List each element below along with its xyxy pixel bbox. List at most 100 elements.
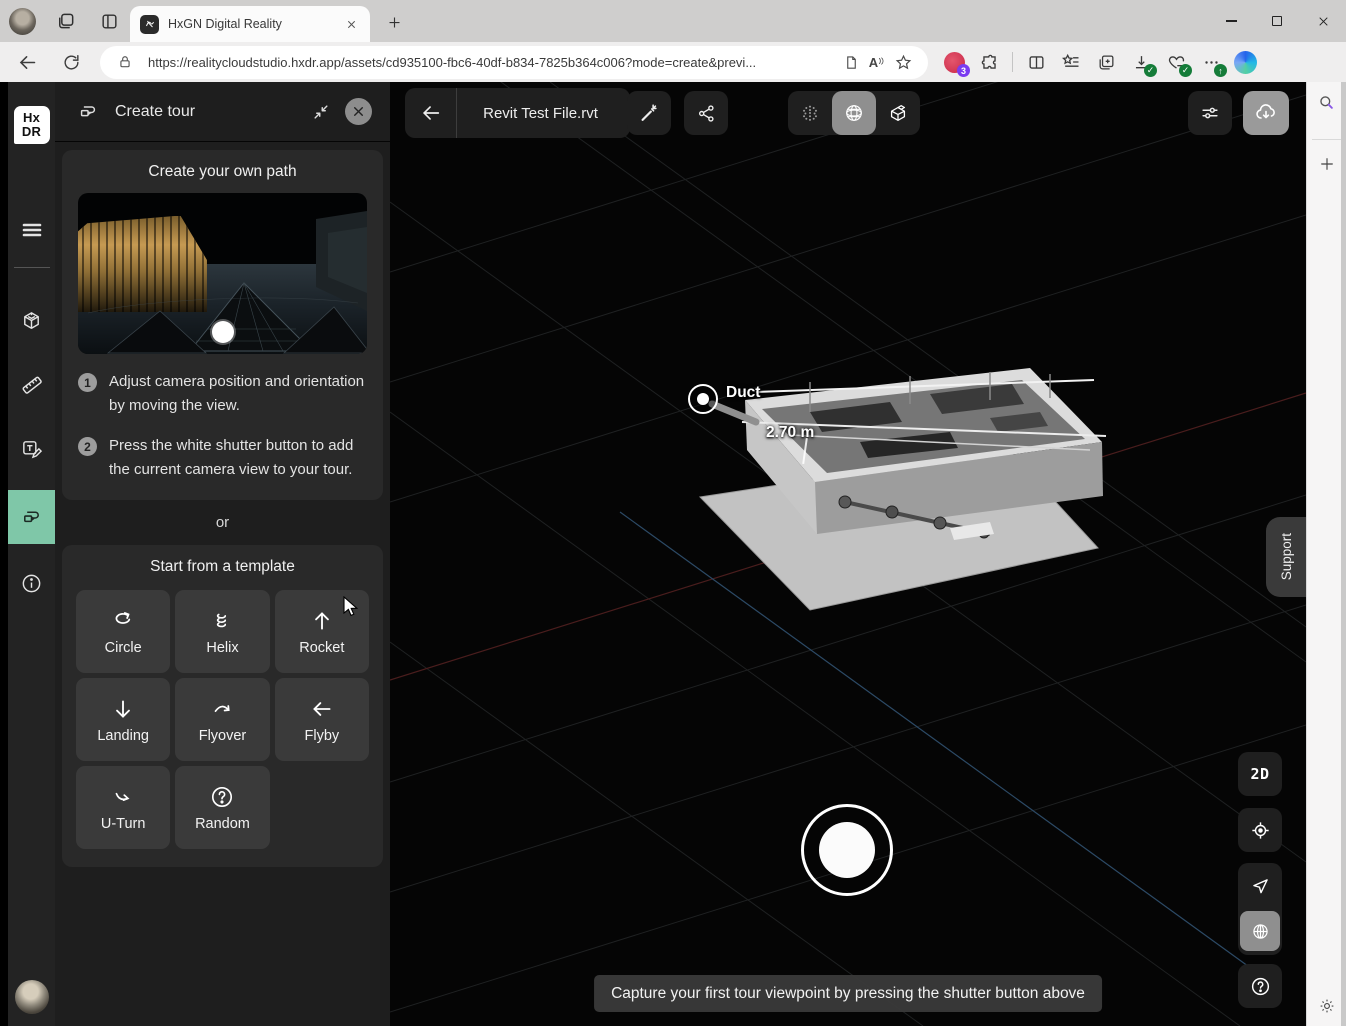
collapse-panel-icon[interactable] [306,97,336,127]
template-card: Start from a template Circle Helix Rocke… [62,545,383,867]
user-avatar[interactable] [15,980,49,1014]
copilot-icon[interactable] [1234,51,1257,74]
template-label: Rocket [299,640,344,656]
file-toolbar: Revit Test File.rvt [405,88,630,138]
window-maximize-icon[interactable] [1254,0,1300,42]
mesh-mode-button[interactable] [832,91,876,135]
url-text[interactable]: https://realitycloudstudio.hxdr.app/asse… [148,55,838,70]
browser-toolbar: https://realitycloudstudio.hxdr.app/asse… [0,42,1346,82]
extensions-puzzle-icon[interactable] [977,50,1001,74]
sidebar-item-tour[interactable] [8,490,55,544]
fly-navigation-button[interactable] [1238,863,1282,909]
url-bar[interactable]: https://realitycloudstudio.hxdr.app/asse… [100,46,928,79]
orbit-navigation-button[interactable] [1240,911,1280,951]
cloud-download-icon [1254,101,1278,125]
magic-wand-button[interactable] [627,91,671,135]
template-uturn-button[interactable]: U-Turn [76,766,170,849]
essentials-check-badge: ✓ [1179,64,1192,77]
sidebar-item-info[interactable] [8,560,55,606]
shutter-button[interactable] [801,804,893,896]
template-flyover-button[interactable]: Flyover [175,678,269,761]
help-button[interactable] [1238,964,1282,1008]
browser-window: HxGN Digital Reality https://r [0,0,1346,1026]
sidebar-item-layers[interactable] [8,298,55,344]
annotation-dot [697,393,709,405]
view-settings-button[interactable] [1188,91,1232,135]
instruction-steps: 1 Adjust camera position and orientation… [62,354,383,500]
window-controls [1208,0,1346,42]
support-tab[interactable]: Support [1266,517,1306,597]
page-actions-icon[interactable] [838,49,864,75]
logo-line1: Hx [23,111,40,125]
settings-menu-icon[interactable]: ↑ [1199,50,1223,74]
download-button[interactable] [1243,91,1289,135]
back-button[interactable] [405,88,457,138]
support-label: Support [1279,533,1294,580]
collections-icon[interactable] [1094,50,1118,74]
window-minimize-icon[interactable] [1208,0,1254,42]
split-screen-icon[interactable] [1024,50,1048,74]
mouse-cursor [343,596,361,618]
model-mode-button[interactable] [876,91,920,135]
tour-panel-header: Create tour [55,82,390,142]
share-button[interactable] [684,91,728,135]
magic-wand-icon [638,102,660,124]
file-name: Revit Test File.rvt [457,105,630,122]
window-edge [1341,82,1346,1026]
sliders-icon [1199,102,1221,124]
sidebar-divider [1312,139,1341,140]
share-icon [696,103,717,124]
template-label: Flyover [199,728,247,744]
sidebar-item-annotate[interactable] [8,426,55,472]
favorite-star-icon[interactable] [890,49,916,75]
helix-icon [209,608,235,634]
point-cloud-mode-button[interactable] [788,91,832,135]
template-random-button[interactable]: Random [175,766,269,849]
sidebar-item-measure[interactable] [8,362,55,408]
2d-label: 2D [1250,765,1269,783]
sidebar-add-icon[interactable] [1315,152,1339,176]
tab-actions-icon[interactable] [98,10,120,32]
browser-profile-avatar[interactable] [9,8,36,35]
workspaces-icon[interactable] [55,10,77,32]
app-sidebar-rail: Hx DR [8,82,55,1026]
downloads-icon[interactable]: ✓ [1129,50,1153,74]
download-check-badge: ✓ [1144,64,1157,77]
back-arrow-icon [420,102,442,124]
edge-sidebar [1306,82,1346,1026]
3d-viewport[interactable]: Revit Test File.rvt [390,82,1306,1026]
main-menu-button[interactable] [8,207,55,253]
read-aloud-icon[interactable]: A [864,49,890,75]
step-1-number: 1 [78,373,97,392]
lock-icon[interactable] [112,49,138,75]
tab-close-icon[interactable] [342,15,360,33]
template-flyby-button[interactable]: Flyby [275,678,369,761]
browser-tab[interactable]: HxGN Digital Reality [130,6,370,42]
duct-annotation-marker[interactable] [688,384,718,414]
browser-essentials-icon[interactable]: ✓ [1164,50,1188,74]
toggle-2d-button[interactable]: 2D [1238,752,1282,796]
arrow-left-icon [309,696,335,722]
shutter-inner-circle [819,822,875,878]
template-helix-button[interactable]: Helix [175,590,269,673]
browser-refresh-icon[interactable] [56,47,86,77]
globe-icon [1250,921,1271,942]
template-circle-button[interactable]: Circle [76,590,170,673]
favorites-list-icon[interactable] [1059,50,1083,74]
sidebar-settings-gear-icon[interactable] [1315,994,1339,1018]
own-path-card: Create your own path [62,150,383,500]
browser-back-icon[interactable] [12,47,42,77]
window-close-icon[interactable] [1300,0,1346,42]
close-panel-button[interactable] [345,98,372,125]
extension-red-icon[interactable]: 3 [942,50,966,74]
template-label: Landing [97,728,149,744]
template-landing-button[interactable]: Landing [76,678,170,761]
sidebar-search-icon[interactable] [1315,90,1339,114]
hxdr-logo[interactable]: Hx DR [14,106,50,144]
update-badge: ↑ [1214,64,1227,77]
template-heading: Start from a template [62,545,383,576]
arc-over-icon [209,696,235,722]
hxdr-app: Hx DR [0,82,1346,1026]
new-tab-icon[interactable] [383,11,405,33]
locate-button[interactable] [1238,808,1282,852]
